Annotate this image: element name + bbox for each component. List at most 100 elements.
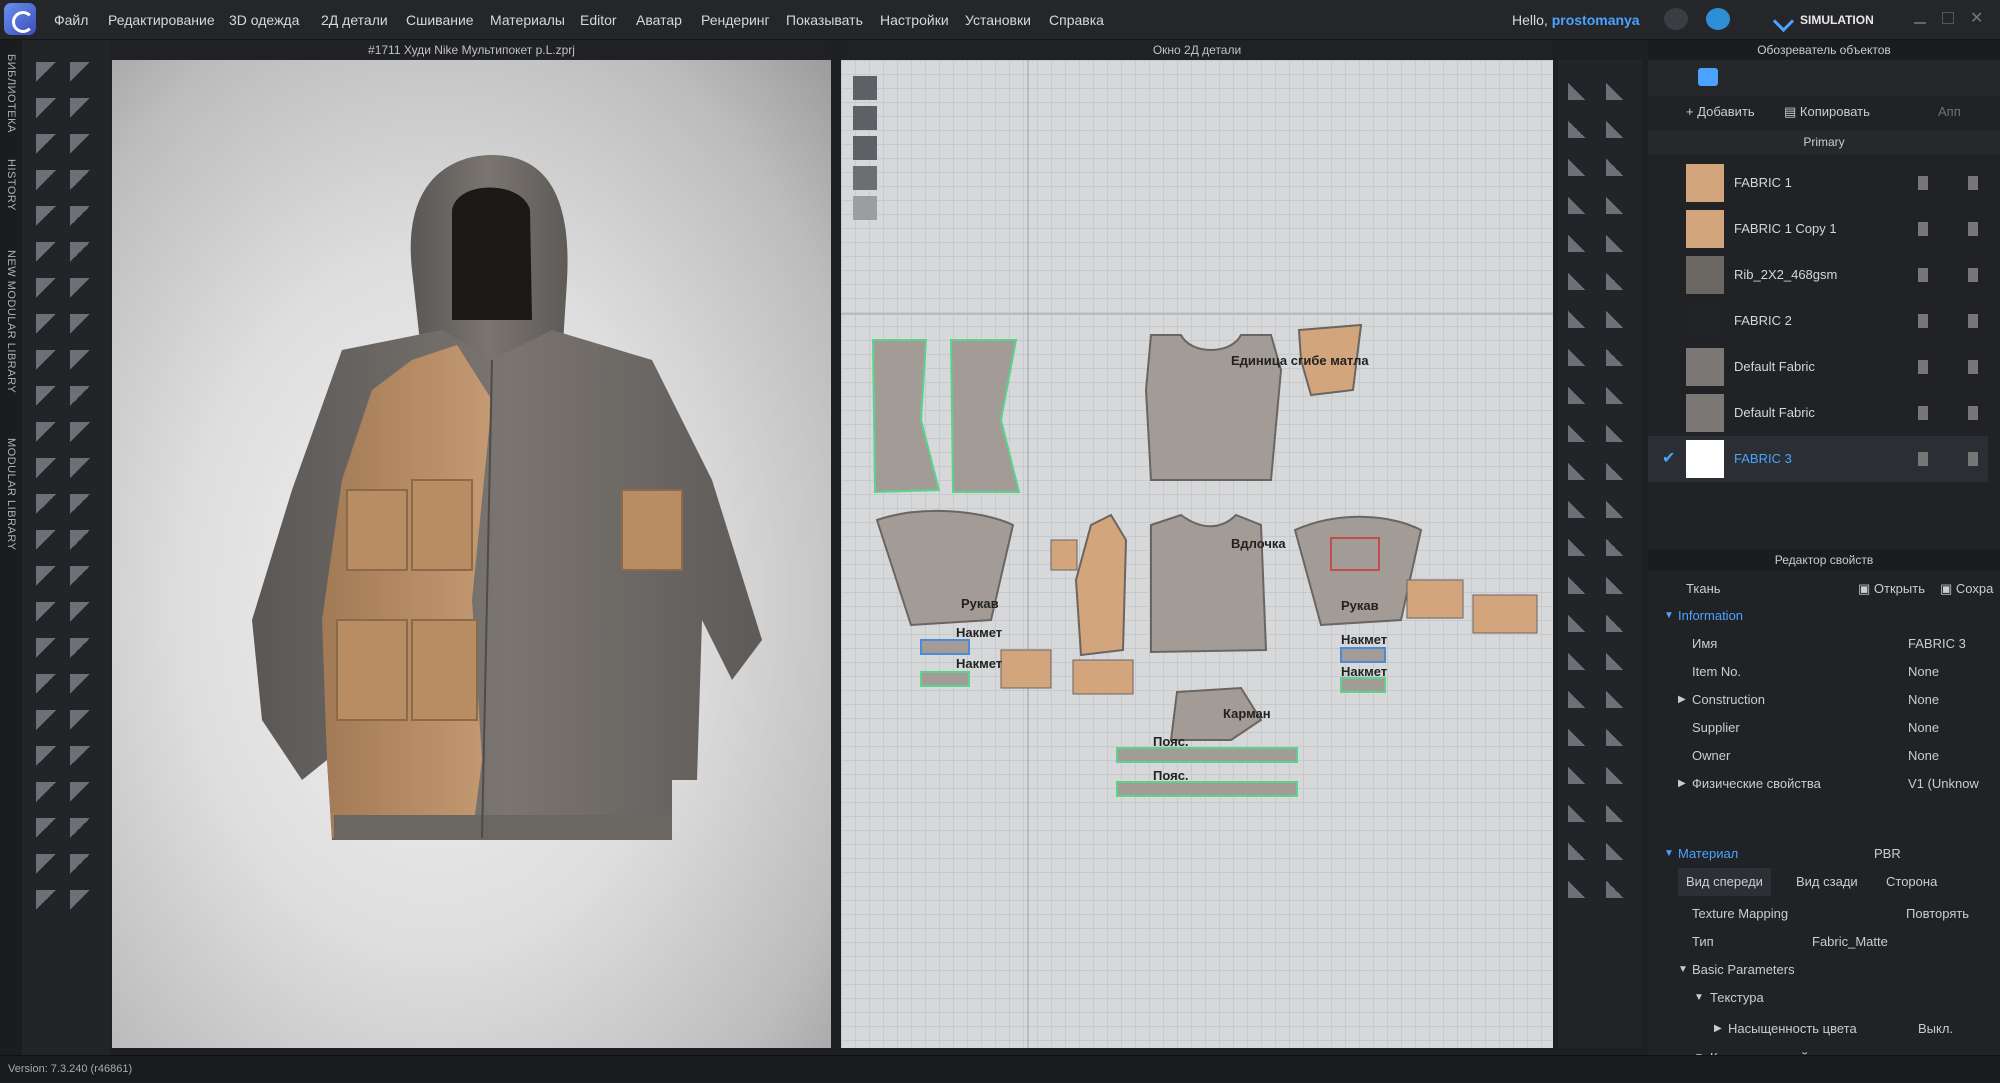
- 2d-tool-icon[interactable]: [1606, 266, 1632, 290]
- 3d-tool-icon[interactable]: [36, 206, 62, 230]
- 3d-tool-icon[interactable]: [70, 746, 96, 770]
- tab-library[interactable]: БИБЛИОТЕКА: [0, 48, 22, 138]
- 2d-tool-icon[interactable]: [1606, 570, 1632, 594]
- 3d-tool-icon[interactable]: [36, 170, 62, 194]
- menu-edit[interactable]: Редактирование: [108, 0, 215, 40]
- 3d-tool-icon[interactable]: [36, 278, 62, 302]
- property-value[interactable]: FABRIC 3: [1908, 630, 1966, 658]
- 2d-tool-icon[interactable]: [1568, 760, 1594, 784]
- 3d-tool-icon[interactable]: [70, 170, 96, 194]
- property-value[interactable]: V1 (Unknow: [1908, 770, 1979, 798]
- 2d-tool-icon[interactable]: [1606, 304, 1632, 328]
- 2d-tool-icon[interactable]: [1606, 494, 1632, 518]
- fabric-tab-icon[interactable]: [1698, 68, 1718, 86]
- menu-3d-garment[interactable]: 3D одежда: [229, 0, 299, 40]
- 3d-tool-icon[interactable]: [70, 206, 96, 230]
- fabric-row[interactable]: FABRIC 1 Copy 1: [1648, 206, 1988, 252]
- 2d-tool-icon[interactable]: [1568, 266, 1594, 290]
- 3d-tool-icon[interactable]: [36, 746, 62, 770]
- fabric-swatch[interactable]: [1686, 302, 1724, 340]
- 3d-tool-icon[interactable]: [70, 458, 96, 482]
- 3d-tool-icon[interactable]: [36, 98, 62, 122]
- 2d-tool-icon[interactable]: [1568, 76, 1594, 100]
- 3d-tool-icon[interactable]: [70, 890, 96, 914]
- tab-side[interactable]: Сторона: [1886, 868, 1937, 896]
- 3d-tool-icon[interactable]: [36, 890, 62, 914]
- menu-sewing[interactable]: Сшивание: [406, 0, 474, 40]
- menu-settings[interactable]: Настройки: [880, 0, 949, 40]
- fabric-swatch[interactable]: [1686, 348, 1724, 386]
- fabric-row-actions-icon[interactable]: [1918, 222, 1978, 236]
- 3d-tool-icon[interactable]: [36, 674, 62, 698]
- fabric-row[interactable]: FABRIC 1: [1648, 160, 1988, 206]
- menu-help[interactable]: Справка: [1049, 0, 1104, 40]
- 2d-tool-icon[interactable]: [1568, 228, 1594, 252]
- fabric-swatch[interactable]: [1686, 164, 1724, 202]
- colorway-header[interactable]: Primary: [1648, 130, 2000, 154]
- 3d-tool-icon[interactable]: [36, 818, 62, 842]
- menu-render[interactable]: Рендеринг: [701, 0, 770, 40]
- fabric-swatch[interactable]: [1686, 394, 1724, 432]
- menu-editor[interactable]: Editor: [580, 0, 617, 40]
- 3d-tool-icon[interactable]: [36, 350, 62, 374]
- menu-2d-pattern[interactable]: 2Д детали: [321, 0, 388, 40]
- fabric-row-actions-icon[interactable]: [1918, 452, 1978, 466]
- 3d-tool-icon[interactable]: [36, 422, 62, 446]
- close-icon[interactable]: ✕: [1970, 8, 1983, 28]
- 2d-tool-icon[interactable]: [1568, 874, 1594, 898]
- 2d-tool-icon[interactable]: [1568, 418, 1594, 442]
- 2d-tool-icon[interactable]: [1606, 760, 1632, 784]
- fabric-row-actions-icon[interactable]: [1918, 314, 1978, 328]
- 3d-tool-icon[interactable]: [70, 566, 96, 590]
- save-button[interactable]: ▣ Сохра: [1940, 576, 1993, 602]
- 2d-tool-icon[interactable]: [1568, 646, 1594, 670]
- 2d-tool-icon[interactable]: [1606, 836, 1632, 860]
- fabric-row[interactable]: FABRIC 2: [1648, 298, 1988, 344]
- 3d-tool-icon[interactable]: [36, 530, 62, 554]
- 2d-tool-icon[interactable]: [1606, 76, 1632, 100]
- 3d-tool-icon[interactable]: [36, 134, 62, 158]
- fabric-row-actions-icon[interactable]: [1918, 406, 1978, 420]
- 2d-tool-icon[interactable]: [1606, 722, 1632, 746]
- 3d-tool-icon[interactable]: [70, 278, 96, 302]
- 3d-tool-icon[interactable]: [70, 530, 96, 554]
- 2d-tool-icon[interactable]: [1568, 304, 1594, 328]
- 3d-tool-icon[interactable]: [70, 386, 96, 410]
- 2d-tool-icon[interactable]: [1606, 228, 1632, 252]
- 2d-tool-icon[interactable]: [1568, 114, 1594, 138]
- menu-file[interactable]: Файл: [54, 0, 88, 40]
- 3d-tool-icon[interactable]: [70, 134, 96, 158]
- tab-modular-library[interactable]: MODULAR LIBRARY: [0, 424, 22, 564]
- 3d-tool-icon[interactable]: [70, 314, 96, 338]
- 3d-tool-icon[interactable]: [36, 638, 62, 662]
- 3d-tool-icon[interactable]: [70, 494, 96, 518]
- 3d-tool-icon[interactable]: [70, 350, 96, 374]
- fabric-row-actions-icon[interactable]: [1918, 360, 1978, 374]
- tab-history[interactable]: HISTORY: [0, 150, 22, 220]
- property-value[interactable]: None: [1908, 742, 1939, 770]
- minimize-icon[interactable]: [1914, 12, 1926, 24]
- fabric-swatch[interactable]: [1686, 440, 1724, 478]
- fabric-row-actions-icon[interactable]: [1918, 176, 1978, 190]
- fabric-row[interactable]: Rib_2X2_468gsm: [1648, 252, 1988, 298]
- 2d-tool-icon[interactable]: [1568, 532, 1594, 556]
- tab-back-view[interactable]: Вид сзади: [1796, 868, 1858, 896]
- maximize-icon[interactable]: [1942, 12, 1954, 24]
- 3d-tool-icon[interactable]: [70, 710, 96, 734]
- 2d-tool-icon[interactable]: [1606, 532, 1632, 556]
- 3d-tool-icon[interactable]: [36, 710, 62, 734]
- basic-params-section[interactable]: ▼ Basic Parameters: [1648, 956, 2000, 984]
- 2d-tool-icon[interactable]: [1606, 380, 1632, 404]
- 2d-tool-icon[interactable]: [1606, 418, 1632, 442]
- 2d-tool-icon[interactable]: [1568, 190, 1594, 214]
- saturation-value[interactable]: Выкл.: [1918, 1015, 1953, 1043]
- 2d-tool-icon[interactable]: [1606, 114, 1632, 138]
- pattern-window-2d[interactable]: Единица сгибе матла Рукав Рукав Вдлочка …: [841, 60, 1553, 1048]
- 3d-tool-icon[interactable]: [36, 782, 62, 806]
- 3d-tool-icon[interactable]: [70, 242, 96, 266]
- simulation-toggle[interactable]: SIMULATION: [1770, 8, 1890, 32]
- 2d-tool-icon[interactable]: [1606, 684, 1632, 708]
- 3d-tool-icon[interactable]: [36, 62, 62, 86]
- 2d-tool-icon[interactable]: [1568, 798, 1594, 822]
- 2d-tool-icon[interactable]: [1606, 342, 1632, 366]
